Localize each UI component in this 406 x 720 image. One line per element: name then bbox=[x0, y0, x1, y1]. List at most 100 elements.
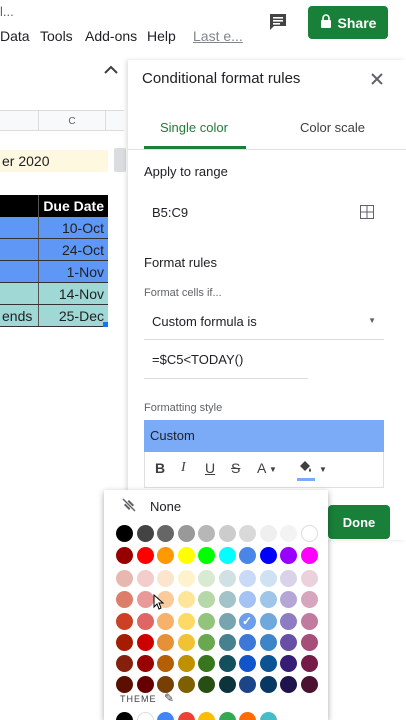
shade-swatch[interactable] bbox=[218, 570, 236, 587]
bright-swatch[interactable] bbox=[157, 547, 174, 564]
shade-swatch[interactable] bbox=[239, 591, 256, 608]
share-button[interactable]: Share bbox=[308, 6, 388, 39]
bright-swatch[interactable] bbox=[259, 547, 277, 564]
shade-swatch[interactable] bbox=[157, 634, 174, 651]
shade-swatch[interactable] bbox=[280, 570, 297, 587]
selection-fill-handle[interactable] bbox=[103, 322, 108, 327]
shade-swatch[interactable] bbox=[116, 591, 133, 608]
shade-swatch[interactable] bbox=[116, 655, 133, 672]
shade-swatch[interactable] bbox=[218, 655, 236, 672]
shade-swatch[interactable] bbox=[280, 655, 297, 672]
underline-button[interactable]: U bbox=[205, 460, 215, 476]
shade-swatch[interactable] bbox=[300, 634, 318, 651]
edit-theme-pencil-icon[interactable]: ✎ bbox=[164, 691, 174, 705]
condition-select[interactable]: Custom formula is ▼ bbox=[144, 304, 384, 340]
shade-swatch[interactable] bbox=[259, 634, 277, 651]
theme-swatch[interactable] bbox=[177, 712, 195, 720]
menu-tools[interactable]: Tools bbox=[40, 28, 73, 44]
shade-swatch[interactable] bbox=[259, 655, 277, 672]
sheet-scrollbar[interactable] bbox=[114, 148, 126, 172]
shade-swatch[interactable] bbox=[116, 634, 133, 651]
gray-swatch[interactable] bbox=[259, 525, 277, 542]
bright-swatch[interactable] bbox=[136, 547, 154, 564]
table-row[interactable]: 10-Oct bbox=[0, 217, 108, 239]
shade-swatch[interactable] bbox=[300, 613, 318, 630]
text-color-dropdown-icon[interactable]: ▼ bbox=[269, 465, 277, 474]
gray-swatch[interactable] bbox=[157, 525, 174, 542]
menu-help[interactable]: Help bbox=[147, 28, 176, 44]
title-cell-row[interactable]: er 2020 bbox=[0, 150, 108, 172]
text-color-button[interactable]: A bbox=[257, 460, 266, 476]
shade-swatch[interactable] bbox=[157, 655, 174, 672]
cell-a[interactable] bbox=[0, 239, 38, 260]
gray-swatch[interactable] bbox=[116, 525, 133, 542]
select-range-grid-icon[interactable] bbox=[360, 205, 374, 219]
bold-button[interactable]: B bbox=[155, 460, 165, 476]
close-icon[interactable] bbox=[370, 70, 384, 91]
shade-swatch[interactable] bbox=[136, 634, 154, 651]
shade-swatch[interactable] bbox=[259, 676, 277, 693]
shade-swatch[interactable] bbox=[198, 655, 215, 672]
chevron-up-icon[interactable] bbox=[104, 62, 118, 78]
shade-swatch[interactable] bbox=[280, 676, 297, 693]
shade-swatch[interactable] bbox=[239, 676, 256, 693]
table-row[interactable]: ends 25-Dec bbox=[0, 305, 108, 327]
cell-a[interactable]: ends bbox=[0, 305, 38, 326]
cell-a[interactable] bbox=[0, 261, 38, 282]
bright-swatch[interactable] bbox=[218, 547, 236, 564]
shade-swatch[interactable] bbox=[280, 591, 297, 608]
theme-swatch[interactable] bbox=[259, 712, 277, 720]
cell-a[interactable] bbox=[0, 283, 38, 304]
formatting-style-preview[interactable]: Custom bbox=[144, 420, 384, 452]
cell-a[interactable] bbox=[0, 217, 38, 238]
shade-swatch[interactable] bbox=[157, 613, 174, 630]
gray-swatch[interactable] bbox=[136, 525, 154, 542]
comment-icon[interactable] bbox=[266, 10, 290, 34]
shade-swatch[interactable] bbox=[239, 634, 256, 651]
shade-swatch[interactable] bbox=[177, 655, 195, 672]
shade-swatch[interactable] bbox=[136, 591, 154, 608]
cell-due-date[interactable]: 10-Oct bbox=[38, 217, 108, 238]
shade-swatch[interactable] bbox=[177, 613, 195, 630]
gray-swatch[interactable] bbox=[300, 525, 318, 542]
shade-swatch[interactable] bbox=[259, 613, 277, 630]
shade-swatch[interactable] bbox=[116, 613, 133, 630]
menu-data[interactable]: Data bbox=[0, 28, 30, 44]
shade-swatch[interactable] bbox=[136, 676, 154, 693]
cell-due-date[interactable]: 25-Dec bbox=[38, 305, 108, 326]
document-title-fragment[interactable]: l... bbox=[0, 4, 14, 19]
gray-swatch[interactable] bbox=[198, 525, 215, 542]
shade-swatch[interactable] bbox=[177, 591, 195, 608]
theme-swatch[interactable] bbox=[116, 712, 133, 720]
tab-single-color[interactable]: Single color bbox=[160, 120, 228, 135]
fill-color-icon[interactable] bbox=[297, 458, 313, 477]
shade-swatch[interactable] bbox=[300, 676, 318, 693]
shade-swatch[interactable] bbox=[218, 591, 236, 608]
theme-swatch[interactable] bbox=[157, 712, 174, 720]
formula-input[interactable]: =$C5<TODAY() bbox=[152, 352, 243, 367]
theme-swatch[interactable] bbox=[218, 712, 236, 720]
bright-swatch[interactable] bbox=[280, 547, 297, 564]
shade-swatch[interactable] bbox=[136, 655, 154, 672]
header-cell-due-date[interactable]: Due Date bbox=[38, 195, 108, 217]
bright-swatch[interactable] bbox=[116, 547, 133, 564]
shade-swatch[interactable]: ✓ bbox=[239, 613, 256, 630]
cell-due-date[interactable]: 14-Nov bbox=[38, 283, 108, 304]
cell-due-date[interactable]: 24-Oct bbox=[38, 239, 108, 260]
gray-swatch[interactable] bbox=[218, 525, 236, 542]
shade-swatch[interactable] bbox=[259, 570, 277, 587]
cell-due-date[interactable]: 1-Nov bbox=[38, 261, 108, 282]
shade-swatch[interactable] bbox=[136, 613, 154, 630]
shade-swatch[interactable] bbox=[239, 570, 256, 587]
none-option[interactable]: None bbox=[104, 496, 328, 518]
last-edit-link[interactable]: Last e... bbox=[193, 28, 243, 44]
shade-swatch[interactable] bbox=[259, 591, 277, 608]
shade-swatch[interactable] bbox=[218, 676, 236, 693]
table-row[interactable]: 1-Nov bbox=[0, 261, 108, 283]
theme-swatch[interactable] bbox=[239, 712, 256, 720]
theme-swatch[interactable] bbox=[198, 712, 215, 720]
shade-swatch[interactable] bbox=[198, 591, 215, 608]
gray-swatch[interactable] bbox=[280, 525, 297, 542]
shade-swatch[interactable] bbox=[116, 676, 133, 693]
range-input[interactable]: B5:C9 bbox=[152, 205, 188, 220]
